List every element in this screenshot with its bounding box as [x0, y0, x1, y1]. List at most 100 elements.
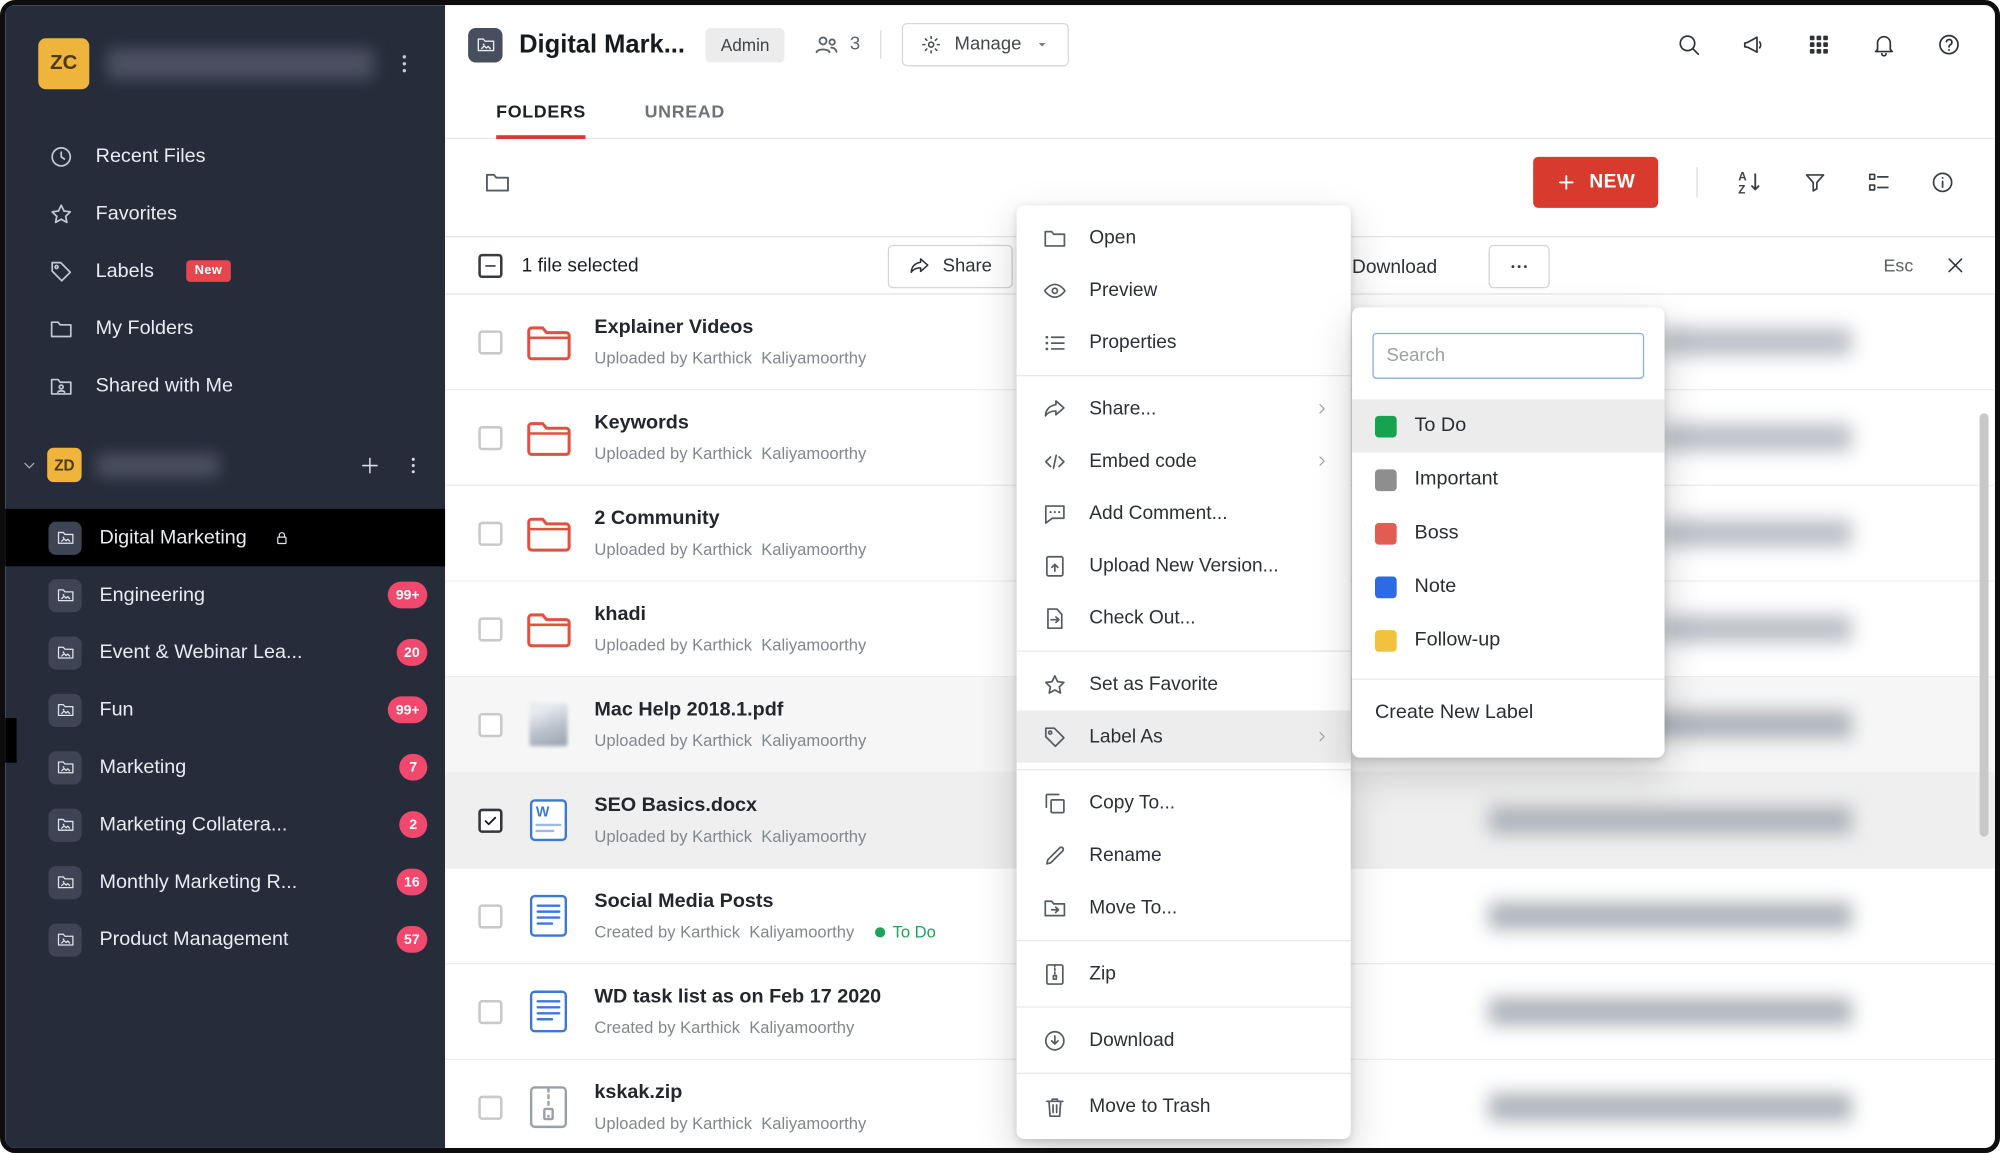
sidebar-folder-monthly-marketing[interactable]: Monthly Marketing R... 16	[5, 853, 445, 910]
breadcrumb-folder-icon[interactable]	[483, 168, 511, 196]
sidebar-folder-digital-marketing[interactable]: Digital Marketing	[5, 509, 445, 566]
menu-divider	[1017, 651, 1351, 652]
org-avatar[interactable]: ZC	[38, 38, 89, 89]
sidebar-folder-marketing[interactable]: Marketing 7	[5, 739, 445, 796]
menu-item-set-as-favorite[interactable]: Set as Favorite	[1017, 658, 1351, 710]
help-icon[interactable]	[1936, 32, 1962, 58]
menu-item-check-out[interactable]: Check Out...	[1017, 592, 1351, 644]
members-button[interactable]: 3	[813, 31, 860, 59]
menu-item-move-to[interactable]: Move To...	[1017, 881, 1351, 933]
download-icon	[1042, 1027, 1068, 1053]
close-icon[interactable]	[1944, 254, 1967, 277]
label-icon	[48, 258, 74, 284]
label-option-boss[interactable]: Boss	[1352, 506, 1665, 560]
unread-count-badge: 99+	[388, 696, 427, 723]
menu-item-properties[interactable]: Properties	[1017, 316, 1351, 368]
copy-icon	[1042, 790, 1068, 816]
menu-item-preview[interactable]: Preview	[1017, 264, 1351, 316]
row-checkbox[interactable]	[478, 904, 502, 928]
menu-item-embed-code[interactable]: Embed code	[1017, 435, 1351, 487]
todo-label[interactable]: To Do	[875, 922, 936, 941]
app-header: Digital Mark... Admin 3 Manage	[445, 5, 1995, 84]
label-option-follow-up[interactable]: Follow-up	[1352, 614, 1665, 668]
more-actions-button[interactable]	[1489, 245, 1550, 288]
filter-icon[interactable]	[1802, 169, 1828, 195]
file-name: Explainer Videos	[594, 316, 866, 339]
row-checkbox[interactable]	[478, 617, 502, 641]
tab-bar: FOLDERS UNREAD	[445, 84, 1995, 139]
file-name: Keywords	[594, 412, 866, 435]
file-name: kskak.zip	[594, 1082, 866, 1105]
team-avatar[interactable]: ZD	[47, 448, 81, 482]
label-option-note[interactable]: Note	[1352, 560, 1665, 614]
label-option-important[interactable]: Important	[1352, 453, 1665, 507]
upload-version-icon	[1042, 553, 1068, 579]
notifications-bell-icon[interactable]	[1871, 32, 1897, 58]
menu-item-rename[interactable]: Rename	[1017, 829, 1351, 881]
menu-item-copy-to[interactable]: Copy To...	[1017, 777, 1351, 829]
menu-item-upload-new-version[interactable]: Upload New Version...	[1017, 540, 1351, 592]
menu-item-download[interactable]: Download	[1017, 1014, 1351, 1066]
sort-az-icon[interactable]	[1736, 168, 1764, 196]
row-checkbox[interactable]	[478, 712, 502, 736]
share-button[interactable]: Share	[888, 245, 1013, 288]
red-folder-icon	[525, 609, 572, 649]
info-icon[interactable]	[1930, 169, 1956, 195]
apps-grid-icon[interactable]	[1806, 32, 1832, 58]
create-new-label[interactable]: Create New Label	[1352, 686, 1665, 740]
new-button[interactable]: NEW	[1533, 156, 1658, 207]
scrollbar-thumb[interactable]	[1980, 413, 1989, 836]
row-checkbox-checked[interactable]	[478, 808, 502, 832]
move-folder-icon	[1042, 895, 1068, 921]
deselect-all-checkbox[interactable]	[478, 254, 502, 278]
comment-icon	[1042, 501, 1068, 527]
row-checkbox[interactable]	[478, 1095, 502, 1119]
sidebar-item-recent-files[interactable]: Recent Files	[5, 128, 445, 185]
sidebar: ZC Recent Files Favorites Labels New My …	[5, 5, 445, 1148]
team-folder-icon	[48, 578, 81, 611]
file-meta: Uploaded by Karthick Kaliyamoorthy	[594, 540, 866, 559]
sidebar-item-shared-with-me[interactable]: Shared with Me	[5, 357, 445, 414]
row-checkbox[interactable]	[478, 330, 502, 354]
share-icon	[908, 255, 931, 278]
menu-item-move-to-trash[interactable]: Move to Trash	[1017, 1080, 1351, 1132]
group-by-icon[interactable]	[1866, 169, 1892, 195]
red-folder-icon	[525, 418, 572, 458]
context-menu: Open Preview Properties Share... Embed c…	[1017, 205, 1351, 1139]
team-menu-icon[interactable]	[402, 453, 425, 476]
file-name: Mac Help 2018.1.pdf	[594, 699, 866, 722]
label-search-input[interactable]	[1372, 333, 1644, 379]
menu-item-share[interactable]: Share...	[1017, 383, 1351, 435]
manage-button[interactable]: Manage	[902, 23, 1068, 66]
tab-unread[interactable]: UNREAD	[645, 84, 725, 138]
sidebar-folder-fun[interactable]: Fun 99+	[5, 681, 445, 738]
org-menu-icon[interactable]	[392, 51, 418, 77]
sidebar-folder-event-webinar[interactable]: Event & Webinar Lea... 20	[5, 624, 445, 681]
sidebar-item-favorites[interactable]: Favorites	[5, 185, 445, 242]
label-color-swatch	[1375, 415, 1397, 437]
row-checkbox[interactable]	[478, 999, 502, 1023]
sidebar-item-my-folders[interactable]: My Folders	[5, 300, 445, 357]
team-name-blurred	[97, 453, 219, 476]
row-checkbox[interactable]	[478, 521, 502, 545]
menu-item-zip[interactable]: Zip	[1017, 948, 1351, 1000]
tab-folders[interactable]: FOLDERS	[496, 84, 586, 138]
menu-item-label-as[interactable]: Label As	[1017, 710, 1351, 762]
file-name: WD task list as on Feb 17 2020	[594, 986, 881, 1009]
search-icon[interactable]	[1676, 32, 1702, 58]
eye-icon	[1042, 277, 1068, 303]
sidebar-item-label: Shared with Me	[96, 374, 233, 397]
folder-icon	[1042, 225, 1068, 251]
add-folder-icon[interactable]	[358, 453, 381, 476]
label-option-to-do[interactable]: To Do	[1352, 399, 1665, 453]
row-checkbox[interactable]	[478, 425, 502, 449]
chevron-down-icon[interactable]	[20, 456, 38, 474]
menu-item-add-comment[interactable]: Add Comment...	[1017, 487, 1351, 539]
sidebar-item-labels[interactable]: Labels New	[5, 242, 445, 299]
sidebar-folder-product-management[interactable]: Product Management 57	[5, 911, 445, 968]
sidebar-folder-engineering[interactable]: Engineering 99+	[5, 566, 445, 623]
announcements-icon[interactable]	[1741, 32, 1767, 58]
sidebar-folder-marketing-collateral[interactable]: Marketing Collatera... 2	[5, 796, 445, 853]
menu-item-open[interactable]: Open	[1017, 212, 1351, 264]
code-icon	[1042, 448, 1068, 474]
